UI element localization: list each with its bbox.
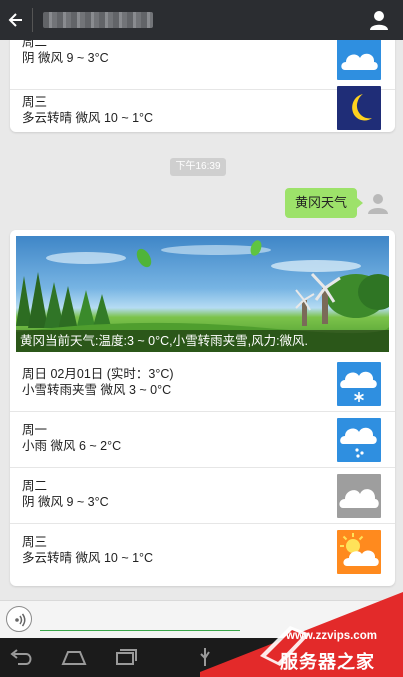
back-arrow-icon <box>8 13 22 27</box>
snow-icon <box>337 362 381 406</box>
recent-apps-icon <box>116 649 137 665</box>
weather-row[interactable]: 周二 阴 微风 9 ~ 3°C <box>10 40 395 90</box>
weather-day: 周三 <box>22 535 48 549</box>
weather-desc: 阴 微风 9 ~ 3°C <box>22 495 109 509</box>
weather-desc: 多云转晴 微风 10 ~ 1°C <box>22 551 154 565</box>
weather-row[interactable]: 周一 小雨 微风 6 ~ 2°C <box>10 412 395 468</box>
moon-icon <box>337 86 381 130</box>
weather-day: 周二 <box>22 479 48 493</box>
weather-day: 周一 <box>22 423 48 437</box>
weather-row[interactable]: 周日 02月01日 (实时：3°C) 小雪转雨夹雪 微风 3 ~ 0°C <box>10 356 395 412</box>
weather-day: 周日 02月01日 (实时：3°C) <box>22 367 174 381</box>
back-icon <box>10 649 32 665</box>
partly-sunny-icon <box>337 530 381 574</box>
user-avatar[interactable] <box>365 190 391 216</box>
profile-button[interactable] <box>367 8 391 32</box>
weather-desc: 小雨 微风 6 ~ 2°C <box>22 439 122 453</box>
banner-caption: 黄冈当前天气:温度:3 ~ 0°C,小雪转雨夹雪,风力:微风. <box>16 330 389 352</box>
title-divider <box>32 8 33 32</box>
chat-area[interactable]: 周二 阴 微风 9 ~ 3°C 周三 多云转晴 微风 10 ~ 1°C 下午16… <box>0 40 403 600</box>
weather-day: 周三 <box>22 95 48 109</box>
nav-home-button[interactable] <box>60 646 88 668</box>
weather-day: 周二 <box>22 40 48 49</box>
outgoing-message-bubble[interactable]: 黄冈天气 <box>284 188 364 218</box>
message-timestamp: 下午16:39 <box>170 158 226 176</box>
home-icon <box>61 651 87 665</box>
weather-row[interactable]: 周三 多云转晴 微风 10 ~ 1°C <box>10 524 395 580</box>
weather-desc: 阴 微风 9 ~ 3°C <box>22 51 109 65</box>
title-bar <box>0 0 403 40</box>
chat-title-redacted <box>43 12 153 28</box>
light-rain-icon <box>337 418 381 462</box>
weather-desc: 小雪转雨夹雪 微风 3 ~ 0°C <box>22 383 172 397</box>
weather-desc: 多云转晴 微风 10 ~ 1°C <box>22 111 154 125</box>
weather-card[interactable]: 黄冈当前天气:温度:3 ~ 0°C,小雪转雨夹雪,风力:微风. 周日 02月01… <box>10 230 395 586</box>
cloudy-icon <box>337 40 381 80</box>
cloudy-icon <box>337 474 381 518</box>
nav-back-button[interactable] <box>8 646 36 668</box>
weather-card-previous[interactable]: 周二 阴 微风 9 ~ 3°C 周三 多云转晴 微风 10 ~ 1°C <box>10 40 395 132</box>
voice-input-button[interactable] <box>6 606 32 632</box>
person-icon <box>370 11 388 30</box>
watermark-brand: 服务器之家 <box>280 652 375 672</box>
nav-recent-apps-button[interactable] <box>112 646 140 668</box>
voice-icon <box>15 613 26 627</box>
weather-banner-image[interactable]: 黄冈当前天气:温度:3 ~ 0°C,小雪转雨夹雪,风力:微风. <box>16 236 389 352</box>
person-icon <box>365 190 391 216</box>
back-button[interactable] <box>0 0 30 40</box>
weather-row[interactable]: 周二 阴 微风 9 ~ 3°C <box>10 468 395 524</box>
weather-row[interactable]: 周三 多云转晴 微风 10 ~ 1°C <box>10 86 395 132</box>
watermark-url: www.zzvips.com <box>286 630 377 642</box>
site-watermark: www.zzvips.com 服务器之家 <box>200 586 403 677</box>
